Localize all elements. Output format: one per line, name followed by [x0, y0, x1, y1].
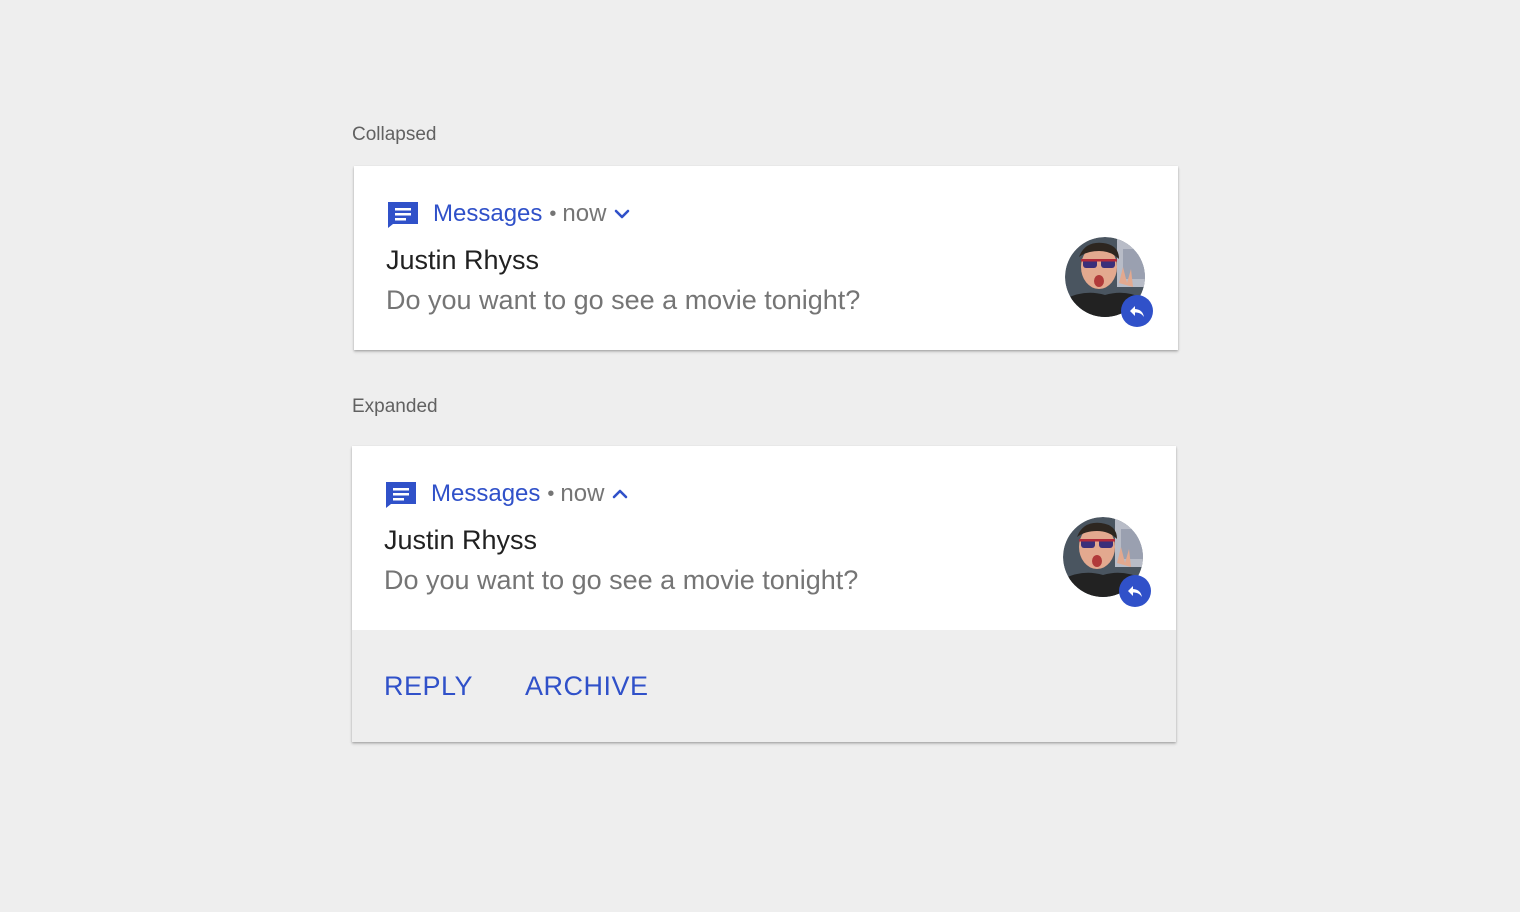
collapsed-section-label: Collapsed [352, 124, 437, 145]
reply-arrow-icon [1130, 306, 1144, 317]
messages-app-icon [386, 482, 416, 508]
collapsed-notification-card[interactable]: Messages • now Justin Rhyss Do you want … [354, 166, 1178, 350]
header-separator: • [547, 482, 555, 505]
notification-time: now [562, 200, 607, 227]
expand-more-icon[interactable] [613, 205, 631, 223]
notification-time: now [560, 480, 605, 507]
expanded-section-label: Expanded [352, 396, 438, 417]
messages-app-icon [388, 202, 418, 228]
notification-message: Do you want to go see a movie tonight? [384, 565, 859, 595]
header-separator: • [549, 202, 557, 225]
notification-message: Do you want to go see a movie tonight? [386, 285, 861, 315]
notification-title: Justin Rhyss [386, 245, 540, 275]
reply-icon[interactable] [1119, 575, 1151, 607]
app-name: Messages [433, 200, 543, 227]
notification-header[interactable]: Messages • now [386, 200, 631, 228]
notification-body[interactable]: Messages • now Justin Rhyss Do you want … [354, 166, 1178, 350]
archive-button[interactable]: ARCHIVE [525, 671, 649, 702]
notification-header[interactable]: Messages • now [384, 480, 629, 508]
app-name: Messages [431, 480, 541, 507]
notification-body[interactable]: Messages • now Justin Rhyss Do you want … [352, 446, 1176, 630]
avatar-container [1065, 237, 1155, 327]
expanded-notification-card[interactable]: Messages • now Justin Rhyss Do you want … [352, 446, 1176, 742]
notification-actions: REPLY ARCHIVE [352, 630, 1176, 742]
reply-arrow-icon [1128, 586, 1142, 597]
reply-icon[interactable] [1121, 295, 1153, 327]
expand-less-icon[interactable] [611, 485, 629, 503]
reply-button[interactable]: REPLY [384, 671, 473, 702]
notification-title: Justin Rhyss [384, 525, 538, 555]
avatar-container [1063, 517, 1153, 607]
